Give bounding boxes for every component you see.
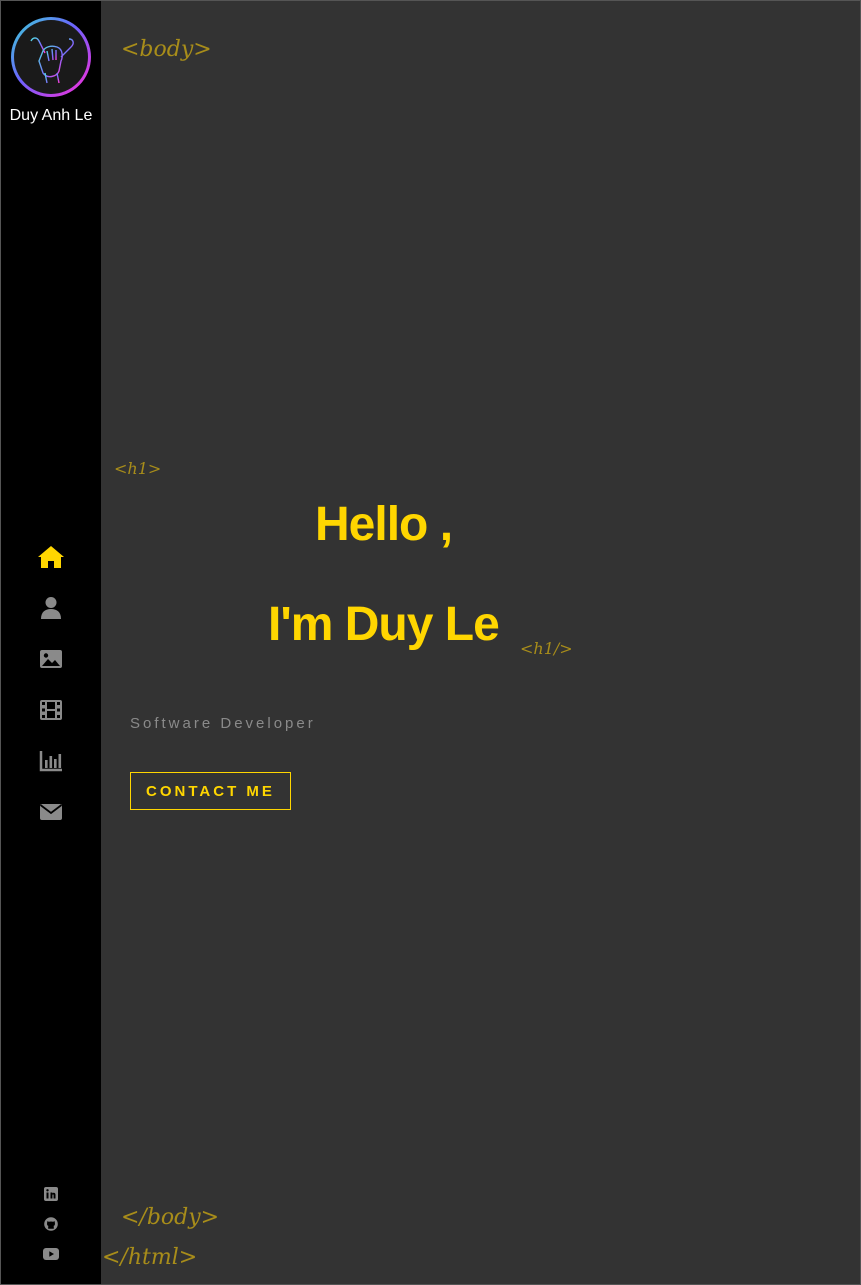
body-close-tag: </body> [121,1205,220,1230]
shaka-hand-icon [14,20,88,94]
envelope-icon [39,803,63,820]
nav-stats[interactable] [1,735,101,786]
nav-about[interactable] [1,582,101,633]
youtube-icon [43,1248,59,1260]
hero-greeting: Hello , [315,498,453,551]
nav-contact[interactable] [1,786,101,837]
owner-name[interactable]: Duy Anh Le [1,107,101,125]
sidebar-nav [1,531,101,837]
social-links [1,1179,101,1269]
image-icon [40,649,62,668]
nav-home[interactable] [1,531,101,582]
avatar[interactable] [11,17,91,97]
film-icon [40,699,62,720]
nav-videos[interactable] [1,684,101,735]
contact-me-button[interactable]: CONTACT ME [130,772,291,810]
html-close-tag: </html> [102,1245,198,1270]
h1-close-tag: <h1/> [520,639,573,658]
user-icon [41,596,61,619]
github-link[interactable] [1,1209,101,1239]
nav-gallery[interactable] [1,633,101,684]
home-icon [38,545,64,568]
sidebar: Duy Anh Le [1,1,101,1284]
body-open-tag: <body> [121,37,212,62]
hero-subtitle: Software Developer [130,715,316,732]
youtube-link[interactable] [1,1239,101,1269]
page: Duy Anh Le <body> <h1> Hello , I'm Duy L… [0,0,861,1285]
h1-open-tag: <h1> [114,459,162,478]
chart-icon [39,750,62,771]
github-icon [44,1217,58,1231]
hero-name: I'm Duy Le [268,598,500,651]
linkedin-icon [44,1187,58,1201]
linkedin-link[interactable] [1,1179,101,1209]
